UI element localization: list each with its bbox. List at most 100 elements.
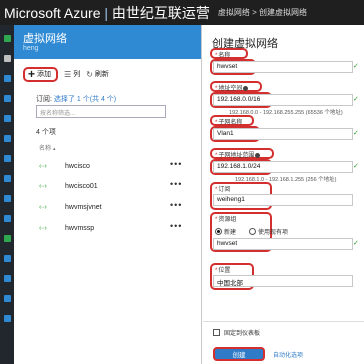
divider	[203, 321, 364, 322]
subnet-range-field[interactable]: 192.168.1.0/24	[213, 161, 353, 173]
list-item[interactable]: ‹··› hwcisco •••	[36, 159, 196, 173]
nav-glyph	[3, 314, 11, 322]
vnet-icon: ‹··›	[39, 203, 47, 211]
nav-glyph	[3, 54, 11, 62]
subscription-link[interactable]: 选择了 1 个(共 4 个)	[54, 96, 116, 103]
nav-glyph	[3, 134, 11, 142]
name-column-label: 名称	[39, 146, 52, 152]
toolbar: + 添加 ☰ 列 ↻ 刷新	[14, 65, 201, 83]
more-icon[interactable]: •••	[170, 221, 182, 231]
columns-button[interactable]: ☰ 列	[64, 67, 80, 82]
subnet-range-label: *子网地址范围	[215, 150, 261, 159]
item-name: hwvmssp	[65, 224, 95, 232]
pin-label: 固定到仪表板	[224, 331, 261, 337]
nav-glyph	[3, 274, 11, 282]
blade-title: 虚拟网络	[23, 33, 67, 45]
nav-glyph	[3, 174, 11, 182]
nav-glyph	[3, 234, 11, 242]
name-column-header[interactable]: 名称 ▴	[39, 143, 56, 152]
plus-icon: +	[28, 67, 36, 81]
item-name: hwvmsjvnet	[65, 203, 102, 211]
resource-group-field[interactable]: hwvset	[213, 238, 353, 250]
columns-label: 列	[73, 71, 81, 78]
nav-glyph	[3, 294, 11, 302]
location-label: *位置	[215, 268, 231, 274]
more-icon[interactable]: •••	[170, 179, 182, 189]
shield-icon[interactable]	[0, 311, 14, 325]
nav-glyph	[3, 74, 11, 82]
nav-glyph	[3, 214, 11, 222]
nav-glyph	[3, 194, 11, 202]
pin-dashboard-checkbox[interactable]: 固定到仪表板	[213, 328, 260, 337]
brand-main: Microsoft Azure	[4, 4, 101, 21]
refresh-icon: ↻	[86, 69, 93, 79]
subscription-filter: 订阅: 选择了 1 个(共 4 个)	[36, 94, 116, 104]
rg-new-radio[interactable]: 新建	[215, 227, 236, 236]
item-name: hwcisco	[65, 162, 90, 170]
create-button[interactable]: 创建	[213, 347, 265, 361]
nav-glyph	[3, 254, 11, 262]
name-field[interactable]: hwvset	[213, 61, 353, 73]
add-button[interactable]: + 添加	[23, 66, 59, 82]
monitor-icon[interactable]	[0, 251, 14, 265]
valid-check-icon: ✓	[353, 130, 359, 137]
cloud-icon[interactable]	[0, 211, 14, 225]
info-icon	[243, 85, 249, 91]
blade-header: 虚拟网络 heng	[14, 25, 201, 59]
sort-icon: ▴	[53, 146, 56, 152]
subnet-name-label: *子网名称	[215, 120, 243, 126]
clock-icon[interactable]	[0, 171, 14, 185]
refresh-button[interactable]: ↻ 刷新	[86, 67, 109, 82]
automation-options-link[interactable]: 自动化选项	[273, 350, 303, 359]
dashboard-icon[interactable]	[0, 71, 14, 85]
plus-icon[interactable]	[0, 31, 14, 45]
nav-glyph	[3, 154, 11, 162]
brand-sub: 由世纪互联运营	[111, 4, 210, 21]
breadcrumb[interactable]: 虚拟网络 > 创建虚拟网络	[218, 7, 307, 18]
valid-check-icon: ✓	[353, 63, 359, 70]
subscription-select[interactable]: weiheng1	[213, 194, 353, 206]
radio-selected-icon	[215, 228, 222, 235]
web-icon[interactable]	[0, 291, 14, 305]
item-count: 4 个项	[36, 129, 56, 136]
left-nav	[0, 25, 14, 364]
radio-empty-icon	[249, 228, 256, 235]
top-bar: Microsoft Azure | 由世纪互联运营 虚拟网络 > 创建虚拟网络	[0, 0, 364, 25]
name-label: *名称	[215, 53, 231, 59]
nav-glyph	[3, 114, 11, 122]
rg-existing-radio[interactable]: 使用现有项	[249, 227, 288, 236]
nav-glyph	[3, 94, 11, 102]
subnet-name-field[interactable]: Vlan1	[213, 128, 353, 140]
globe-icon[interactable]	[0, 131, 14, 145]
item-name: hwcisco01	[65, 182, 98, 190]
create-vnet-blade: 创建虚拟网络 *名称 hwvset ✓ *地址空间 192.168.0.0/16…	[203, 25, 364, 364]
nav-glyph	[3, 34, 11, 42]
brand[interactable]: Microsoft Azure | 由世纪互联运营	[4, 3, 210, 23]
database-icon[interactable]	[0, 151, 14, 165]
vnet-icon: ‹··›	[39, 224, 47, 232]
list-item[interactable]: ‹··› hwvmsjvnet •••	[36, 200, 196, 214]
cube-icon[interactable]	[0, 111, 14, 125]
storage-icon[interactable]	[0, 271, 14, 285]
columns-icon: ☰	[64, 69, 72, 79]
list-item[interactable]: ‹··› hwcisco01 •••	[36, 179, 196, 193]
more-icon[interactable]: •••	[170, 159, 182, 169]
info-icon	[255, 152, 261, 158]
valid-check-icon: ✓	[353, 163, 359, 170]
vnet-list-blade: 虚拟网络 heng + 添加 ☰ 列 ↻ 刷新 订阅: 选择了 1 个(共 4 …	[14, 25, 202, 364]
address-space-field[interactable]: 192.168.0.0/16	[213, 94, 353, 106]
brand-separator: |	[100, 4, 112, 21]
location-select[interactable]: 中国北部	[213, 275, 353, 287]
network-icon[interactable]	[0, 231, 14, 245]
list-icon[interactable]	[0, 51, 14, 65]
name-filter-input[interactable]: 按名称筛选...	[36, 105, 166, 118]
valid-check-icon: ✓	[353, 96, 359, 103]
vnet-icon: ‹··›	[39, 182, 47, 190]
checkbox-icon	[213, 329, 220, 336]
grid-icon[interactable]	[0, 91, 14, 105]
refresh-label: 刷新	[94, 71, 109, 78]
more-icon[interactable]: •••	[170, 200, 182, 210]
valid-check-icon: ✓	[353, 240, 359, 247]
vm-icon[interactable]	[0, 191, 14, 205]
list-item[interactable]: ‹··› hwvmssp •••	[36, 221, 196, 235]
